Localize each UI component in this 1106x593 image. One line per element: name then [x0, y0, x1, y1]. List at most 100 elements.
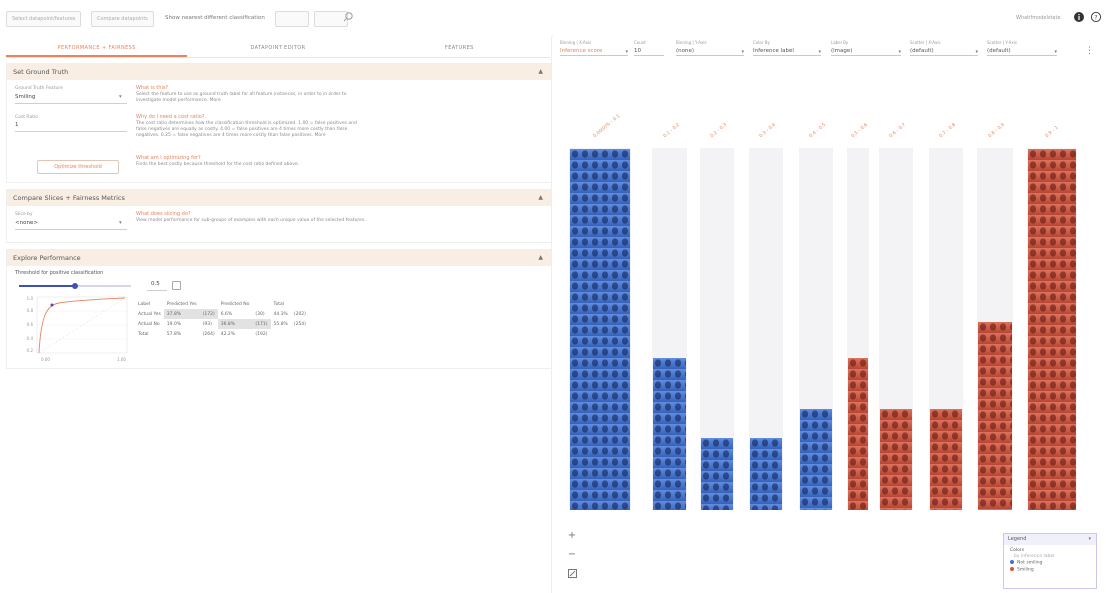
search-icon[interactable]	[342, 11, 354, 23]
collapse-icon[interactable]: ▲	[538, 250, 543, 266]
facet-thumbnail-stack[interactable]	[750, 438, 782, 510]
top-toolbar: Select datapoint/features Compare datapo…	[0, 0, 1106, 37]
legend-header[interactable]: Legend ▾	[1004, 534, 1096, 545]
threshold-stepper-icon[interactable]	[172, 281, 181, 290]
control-value[interactable]: 10	[634, 48, 664, 54]
select-datapoint-button[interactable]: Select datapoint/features	[6, 11, 82, 27]
x-tick: 0.00	[41, 357, 50, 362]
optimize-threshold-button[interactable]: Optimize threshold	[37, 160, 119, 174]
info-icon[interactable]	[1073, 11, 1085, 23]
control-label: Scatter | X-Axis	[910, 40, 941, 45]
chevron-down-icon[interactable]: ▾	[975, 49, 978, 55]
facet-thumbnail-stack[interactable]	[978, 322, 1012, 510]
label-by-control[interactable]: Label By (image) ▾	[831, 40, 901, 62]
facet-thumbnail-stack[interactable]	[880, 409, 912, 510]
tab-datapoint-editor[interactable]: DATAPOINT EDITOR	[187, 39, 368, 57]
chevron-down-icon[interactable]: ▾	[1054, 49, 1057, 55]
help-title-slicing: What does slicing do?	[136, 211, 191, 217]
control-label: Binning | Y-Axis	[676, 40, 707, 45]
right-panel: Binning | X-Axis Inference score ▾ Count…	[553, 36, 1106, 593]
more-options-icon[interactable]: ⋮	[1085, 46, 1094, 56]
threshold-slider-track[interactable]	[19, 283, 131, 289]
facet-thumbnail-stack[interactable]	[701, 438, 733, 510]
chevron-down-icon[interactable]: ▾	[119, 220, 122, 226]
threshold-input[interactable]: 0.5	[151, 281, 160, 287]
confusion-matrix-table: Label Predicted Yes Predicted No Total A…	[135, 299, 309, 339]
chevron-down-icon[interactable]: ▾	[119, 94, 122, 100]
threshold-slider-handle[interactable]	[72, 283, 78, 289]
cost-ratio-input[interactable]: 1	[15, 122, 19, 128]
threshold-point	[50, 303, 54, 307]
facet-thumbnail-stack[interactable]	[570, 149, 630, 510]
chevron-down-icon[interactable]: ▾	[898, 49, 901, 55]
select-underline	[15, 103, 127, 104]
table-cell	[271, 329, 291, 339]
binning-y-control[interactable]: Binning | Y-Axis (none) ▾	[676, 40, 744, 62]
ground-truth-feature-select[interactable]: Smiling	[15, 94, 35, 100]
model-state-label: Whatifmodelstate	[1016, 15, 1061, 21]
cost-ratio-label: Cost Ratio	[15, 115, 38, 120]
scatter-x-control[interactable]: Scatter | X-Axis (default) ▾	[910, 40, 978, 62]
facet-thumbnail-stack[interactable]	[800, 409, 832, 510]
fairness-section: Compare Slices + Fairness Metrics ▲ Slic…	[6, 189, 552, 243]
zoom-in-icon[interactable]: +	[565, 529, 579, 543]
facet-thumbnail-stack[interactable]	[848, 358, 868, 510]
table-row: Actual Yes 37.8% (172) 6.6% (30) 44.3% (…	[135, 309, 309, 319]
control-label: Color By	[753, 40, 770, 45]
toolbar-field-1[interactable]	[275, 11, 309, 27]
table-cell	[291, 329, 309, 339]
facet-thumbnail-stack[interactable]	[653, 358, 686, 510]
slice-by-select[interactable]: <none>	[15, 220, 38, 226]
fit-to-screen-icon[interactable]	[565, 569, 579, 583]
binning-x-control[interactable]: Binning | X-Axis Inference score ▾	[560, 40, 628, 62]
collapse-icon[interactable]: ▲	[538, 190, 543, 206]
input-underline	[634, 55, 664, 56]
scatter-y-control[interactable]: Scatter | Y-Axis (default) ▾	[987, 40, 1057, 62]
color-by-control[interactable]: Color By Inference label ▾	[753, 40, 821, 62]
table-cell: 55.8%	[273, 321, 288, 327]
control-value[interactable]: (none)	[676, 48, 744, 54]
control-value[interactable]: (image)	[831, 48, 901, 54]
zoom-out-icon[interactable]: −	[565, 548, 579, 562]
input-underline	[15, 131, 127, 132]
table-header: Predicted Yes	[166, 301, 197, 307]
help-icon[interactable]: ?	[1090, 11, 1102, 23]
bin-label: 0.6 – 0.7	[888, 122, 907, 139]
collapse-icon[interactable]: ▲	[538, 64, 543, 80]
table-row: Total 57.8% (264) 42.2% (192)	[135, 329, 309, 339]
control-value[interactable]: Inference score	[560, 48, 628, 54]
left-panel: PERFORMANCE + FAIRNESS DATAPOINT EDITOR …	[0, 36, 552, 593]
control-value[interactable]: Inference label	[753, 48, 821, 54]
ground-truth-header[interactable]: Set Ground Truth ▲	[7, 64, 551, 80]
tab-features[interactable]: FEATURES	[369, 39, 550, 57]
compare-datapoints-button[interactable]: Compare datapoints	[91, 11, 154, 27]
tab-performance-fairness[interactable]: PERFORMANCE + FAIRNESS	[6, 39, 188, 57]
select-underline	[560, 55, 628, 56]
roc-plot: 1.0 0.8 0.6 0.4 0.2 0.00 1.00	[27, 296, 128, 362]
facet-thumbnail-stack[interactable]	[930, 409, 962, 510]
select-underline	[910, 55, 978, 56]
chevron-down-icon[interactable]: ▾	[1088, 534, 1091, 545]
count-control[interactable]: Count 10	[634, 40, 664, 62]
chevron-down-icon[interactable]: ▾	[625, 49, 628, 55]
table-cell: 19.0%	[166, 321, 182, 327]
fairness-header[interactable]: Compare Slices + Fairness Metrics ▲	[7, 190, 551, 206]
control-value[interactable]: (default)	[987, 48, 1057, 54]
table-header: Total	[273, 301, 285, 307]
facet-thumbnail-stack[interactable]	[1028, 149, 1076, 510]
legend-title: Legend	[1008, 536, 1027, 542]
chevron-down-icon[interactable]: ▾	[818, 49, 821, 55]
y-tick: 0.6	[27, 322, 34, 327]
legend-color-swatch	[1010, 560, 1014, 564]
bin-label: 0.1 – 0.2	[662, 122, 681, 139]
select-underline	[987, 55, 1057, 56]
table-cell: (202)	[293, 311, 306, 317]
table-row: Actual No 19.0% (93) 36.8% (171) 55.8% (…	[135, 319, 309, 329]
y-tick: 0.8	[27, 308, 34, 313]
row-label: Actual Yes	[138, 311, 161, 317]
chevron-down-icon[interactable]: ▾	[741, 49, 744, 55]
ground-truth-feature-label: Ground Truth Feature	[15, 86, 63, 91]
performance-header[interactable]: Explore Performance ▲	[7, 250, 551, 266]
row-label: Total	[138, 331, 149, 337]
control-value[interactable]: (default)	[910, 48, 978, 54]
